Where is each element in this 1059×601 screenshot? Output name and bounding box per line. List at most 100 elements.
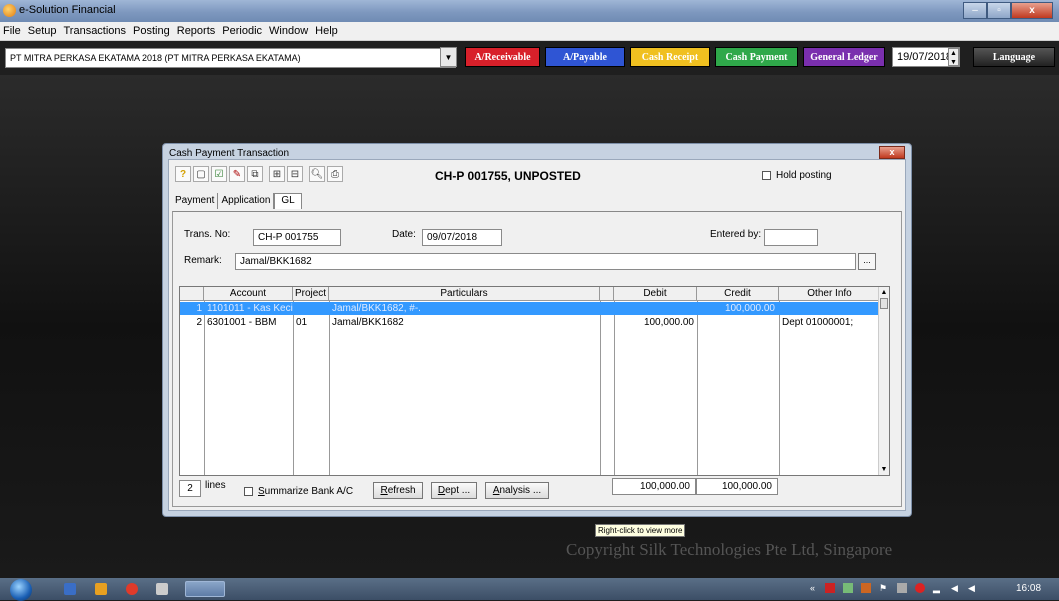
table-row[interactable]: 2 6301001 - BBM 01 Jamal/BKK1682 100,000…: [180, 316, 880, 329]
menu-window[interactable]: Window: [269, 25, 308, 37]
row-number: 2: [196, 317, 202, 328]
row-debit[interactable]: [616, 302, 694, 315]
delete-row-icon[interactable]: ⊟: [287, 166, 303, 182]
entered-by-label: Entered by:: [710, 229, 762, 240]
tab-application[interactable]: Application: [218, 193, 275, 209]
speaker2-icon[interactable]: ◀: [968, 583, 978, 593]
desktop-icon[interactable]: [64, 583, 76, 595]
chevron-down-icon: ▼: [444, 52, 453, 62]
tray-security-icon[interactable]: [915, 583, 925, 593]
module-cash-receipt-button[interactable]: Cash Receipt: [630, 47, 710, 67]
language-button[interactable]: Language: [973, 47, 1055, 67]
entered-by-field[interactable]: [764, 229, 818, 246]
module-toolbar: PT MITRA PERKASA EKATAMA 2018 (PT MITRA …: [0, 41, 1059, 75]
tray-device-icon[interactable]: [897, 583, 907, 593]
module-ar-button[interactable]: A/Receivable: [465, 47, 540, 67]
checkbox-icon: [244, 487, 253, 496]
cash-payment-dialog: Cash Payment Transaction x ? ▢ ☑ ✎ ⧉ ⊞ ⊟…: [162, 143, 912, 537]
preview-icon[interactable]: 🔍︎: [309, 166, 325, 182]
close-button[interactable]: x: [1011, 2, 1053, 19]
header-other-info[interactable]: Other Info: [779, 287, 880, 301]
date-field[interactable]: 09/07/2018: [422, 229, 502, 246]
menu-file[interactable]: File: [3, 25, 21, 37]
module-general-ledger-button[interactable]: General Ledger: [803, 47, 885, 67]
tray-update-icon[interactable]: [861, 583, 871, 593]
row-debit[interactable]: 100,000.00: [616, 316, 694, 329]
minimize-button[interactable]: –: [963, 2, 987, 19]
row-particulars[interactable]: Jamal/BKK1682, #-.: [332, 302, 598, 315]
refresh-button[interactable]: Refresh: [373, 482, 423, 499]
row-project[interactable]: [296, 302, 328, 315]
summarize-bank-label: Summarize Bank A/C: [258, 486, 354, 497]
save-icon[interactable]: ☑: [211, 166, 227, 182]
tab-gl[interactable]: GL: [274, 193, 302, 209]
scroll-up-icon[interactable]: ▲: [879, 287, 889, 298]
remark-browse-button[interactable]: ...: [858, 253, 876, 270]
active-app-icon[interactable]: [185, 581, 225, 597]
copy-icon[interactable]: ⧉: [247, 166, 263, 182]
dialog-toolbar: ? ▢ ☑ ✎ ⧉ ⊞ ⊟ 🔍︎ ⎙: [175, 166, 345, 182]
taskbar: « ⚑ ▂ ◀ ◀ 16:08: [0, 578, 1059, 601]
row-particulars[interactable]: Jamal/BKK1682: [332, 316, 598, 329]
folder-icon[interactable]: [156, 583, 168, 595]
scroll-down-icon[interactable]: ▼: [879, 464, 889, 475]
analysis-button[interactable]: Analysis ...: [485, 482, 549, 499]
start-button[interactable]: [10, 579, 32, 601]
row-other-info[interactable]: [782, 302, 878, 315]
header-particulars[interactable]: Particulars: [329, 287, 600, 301]
signal-icon[interactable]: ▂: [933, 583, 943, 593]
header-project[interactable]: Project: [293, 287, 329, 301]
remark-field[interactable]: Jamal/BKK1682: [235, 253, 856, 270]
checkbox-icon: [762, 171, 771, 180]
header-account[interactable]: Account: [204, 287, 293, 301]
new-icon[interactable]: ▢: [193, 166, 209, 182]
module-cash-payment-button[interactable]: Cash Payment: [715, 47, 798, 67]
row-project[interactable]: 01: [296, 316, 328, 329]
row-credit[interactable]: 100,000.00: [699, 302, 775, 315]
print-icon[interactable]: ⎙: [327, 166, 343, 182]
row-credit[interactable]: [699, 316, 775, 329]
dialog-title: Cash Payment Transaction: [169, 148, 290, 159]
menu-help[interactable]: Help: [315, 25, 338, 37]
row-other-info[interactable]: Dept 01000001;: [782, 316, 878, 329]
dept-button[interactable]: Dept ...: [431, 482, 477, 499]
summarize-bank-checkbox[interactable]: Summarize Bank A/C: [244, 486, 353, 497]
header-row-number: [180, 287, 204, 301]
menu-setup[interactable]: Setup: [28, 25, 57, 37]
grid-vertical-scrollbar[interactable]: ▲ ▼: [878, 287, 889, 475]
flag-icon[interactable]: ⚑: [879, 583, 889, 593]
scroll-thumb[interactable]: [880, 298, 888, 309]
menu-reports[interactable]: Reports: [177, 25, 216, 37]
table-row[interactable]: 1 1101011 - Kas Kecil Jamal/BKK1682, #-.…: [180, 302, 880, 315]
header-debit[interactable]: Debit: [614, 287, 697, 301]
browser-icon[interactable]: [126, 583, 138, 595]
speaker-icon[interactable]: ◀: [951, 583, 961, 593]
row-account[interactable]: 1101011 - Kas Kecil: [207, 302, 293, 315]
maximize-button[interactable]: ▫: [987, 2, 1011, 19]
tray-app-icon[interactable]: [825, 583, 835, 593]
trans-no-label: Trans. No:: [184, 229, 231, 240]
tray-network-icon[interactable]: [843, 583, 853, 593]
dialog-close-button[interactable]: x: [879, 146, 905, 159]
module-ap-button[interactable]: A/Payable: [545, 47, 625, 67]
grid-header: Account Project Particulars Debit Credit…: [180, 287, 880, 301]
help-icon[interactable]: ?: [175, 166, 191, 182]
media-icon[interactable]: [95, 583, 107, 595]
total-debit-field: 100,000.00: [612, 478, 696, 495]
insert-row-icon[interactable]: ⊞: [269, 166, 285, 182]
date-spinner[interactable]: ▲ ▼: [948, 48, 959, 66]
tab-payment[interactable]: Payment: [172, 193, 219, 209]
hold-posting-label: Hold posting: [776, 170, 832, 181]
company-select[interactable]: PT MITRA PERKASA EKATAMA 2018 (PT MITRA …: [5, 48, 456, 68]
menu-transactions[interactable]: Transactions: [63, 25, 126, 37]
company-dropdown-button[interactable]: ▼: [440, 47, 457, 67]
tray-arrow-icon[interactable]: «: [810, 583, 820, 593]
hold-posting-checkbox[interactable]: Hold posting: [762, 170, 832, 181]
header-credit[interactable]: Credit: [697, 287, 779, 301]
trans-no-field[interactable]: CH-P 001755: [253, 229, 341, 246]
row-account[interactable]: 6301001 - BBM: [207, 316, 293, 329]
menu-posting[interactable]: Posting: [133, 25, 170, 37]
clock[interactable]: 16:08: [1016, 583, 1041, 594]
menu-periodic[interactable]: Periodic: [222, 25, 262, 37]
edit-icon[interactable]: ✎: [229, 166, 245, 182]
